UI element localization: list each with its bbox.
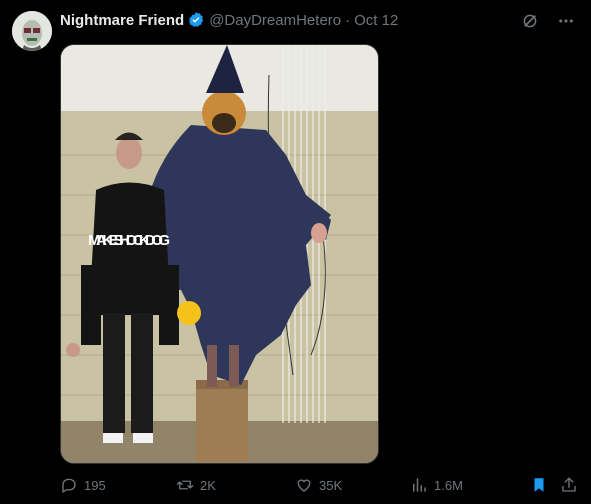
more-horizontal-icon [559,19,573,23]
tweet-top-actions [519,10,577,32]
bookmark-button[interactable] [530,476,548,494]
bookmark-icon [534,478,544,492]
tweet[interactable]: Nightmare Friend @DayDreamHetero · Oct 1… [0,0,591,504]
views-button[interactable]: 1.6M [410,476,463,494]
like-count: 35K [319,477,343,493]
shirt-text: MAKE SHOCK DOG [88,232,170,249]
tweet-media-image[interactable]: MAKE SHOCK DOG [60,44,379,464]
author-name[interactable]: Nightmare Friend [60,12,184,29]
author-handle[interactable]: @DayDreamHetero [209,12,341,29]
repost-button[interactable]: 2K [176,476,216,494]
repost-count: 2K [200,477,216,493]
separator-dot: · [345,11,351,29]
verified-badge-icon[interactable] [187,11,205,29]
share-icon [562,477,576,492]
author-avatar[interactable] [12,11,52,51]
heart-icon [297,479,311,492]
more-options-button[interactable] [555,10,577,32]
share-button[interactable] [560,476,578,494]
repost-icon [176,480,194,490]
views-count: 1.6M [434,477,463,493]
reply-count: 195 [84,477,106,493]
avatar-image [12,11,52,51]
tweet-date[interactable]: Oct 12 [354,12,398,29]
reply-icon [62,478,76,493]
grok-icon [523,14,537,28]
views-icon [413,478,426,492]
tweet-header: Nightmare Friend @DayDreamHetero · Oct 1… [60,10,398,30]
photo: MAKE SHOCK DOG [61,45,378,463]
like-button[interactable]: 35K [295,476,342,494]
tweet-action-bar: 195 2K 35K 1.6M [60,476,580,496]
grok-button[interactable] [519,10,541,32]
reply-button[interactable]: 195 [60,476,106,494]
